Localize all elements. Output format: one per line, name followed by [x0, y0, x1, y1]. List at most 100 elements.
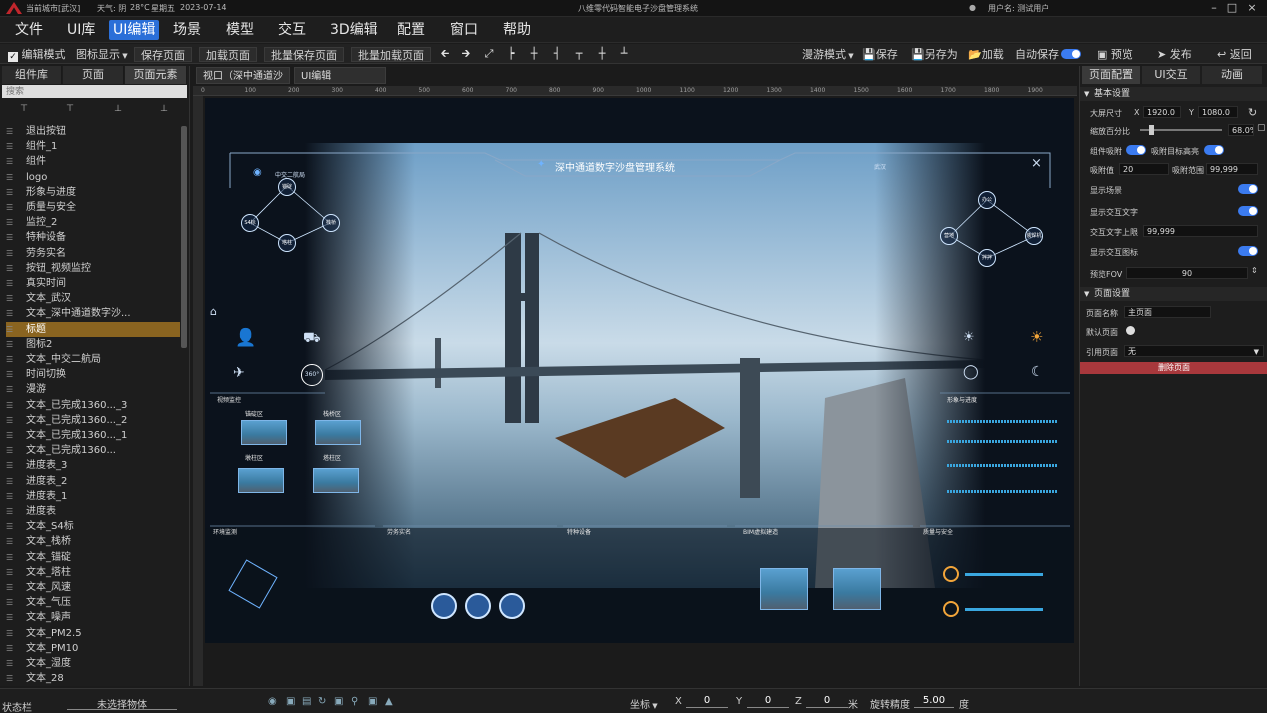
menu-ui-library[interactable]: UI库: [63, 20, 99, 40]
menu-model[interactable]: 模型: [222, 20, 258, 40]
menu-config[interactable]: 配置: [393, 20, 429, 40]
tree-item[interactable]: ☰ 图标2: [6, 337, 180, 352]
ref-page-dropdown[interactable]: 无 ▼: [1124, 345, 1264, 357]
info-icon[interactable]: [431, 593, 457, 619]
z-field[interactable]: 0: [806, 695, 848, 708]
node-mixer[interactable]: 拌拌: [978, 249, 996, 267]
tree-item[interactable]: ☰ 按钮_视频监控: [6, 261, 180, 276]
tree-item[interactable]: ☰ 文本_PM10: [6, 641, 180, 656]
edit-mode-checkbox[interactable]: ✓ 编辑模式: [8, 47, 66, 62]
tree-item[interactable]: ☰ 文本_噪声: [6, 610, 180, 625]
sunrise-icon[interactable]: ☀: [963, 330, 975, 345]
drag-handle-icon[interactable]: ☰: [6, 580, 16, 595]
show-text-toggle[interactable]: [1238, 206, 1258, 216]
align-top-icon[interactable]: ⊤: [18, 104, 30, 116]
arrow-left-icon[interactable]: 🡰: [438, 47, 452, 61]
tree-item[interactable]: ☰ 文本_28: [6, 671, 180, 686]
section-page-settings[interactable]: ▼ 页面设置: [1080, 287, 1267, 301]
tree-item[interactable]: ☰ 文本_风速: [6, 580, 180, 595]
menu-ui-edit[interactable]: UI编辑: [109, 20, 160, 40]
preview-button[interactable]: ▣ 预览: [1097, 47, 1133, 62]
menu-file[interactable]: 文件: [11, 20, 47, 40]
drag-handle-icon[interactable]: ☰: [6, 474, 16, 489]
align-right-icon[interactable]: ┤: [550, 47, 564, 61]
lamp-icon[interactable]: ◯: [963, 364, 979, 380]
tree-item[interactable]: ☰ 文本_塔柱: [6, 565, 180, 580]
drag-handle-icon[interactable]: ☰: [6, 428, 16, 443]
tree-item[interactable]: ☰ 文本_已完成1360..._2: [6, 413, 180, 428]
tree-item[interactable]: ☰ 时间切换: [6, 367, 180, 382]
frame-icon[interactable]: ▤: [302, 696, 311, 707]
tree-item[interactable]: ☰ 进度表_2: [6, 474, 180, 489]
tree-item[interactable]: ☰ 真实时间: [6, 276, 180, 291]
tree-item[interactable]: ☰ 特种设备: [6, 230, 180, 245]
tree-item[interactable]: ☰ 文本_深中通道数字沙...: [6, 306, 180, 321]
node-welder[interactable]: 装焊机: [1025, 227, 1043, 245]
node-anchor[interactable]: 锚碇: [278, 178, 296, 196]
load-page-button[interactable]: 加载页面: [199, 47, 257, 62]
drag-handle-icon[interactable]: ☰: [6, 139, 16, 154]
menu-scene[interactable]: 场景: [169, 20, 205, 40]
menu-help[interactable]: 帮助: [499, 20, 535, 40]
drag-handle-icon[interactable]: ☰: [6, 671, 16, 686]
drag-handle-icon[interactable]: ☰: [6, 215, 16, 230]
tree-item[interactable]: ☰ 形象与进度: [6, 185, 180, 200]
canvas-viewport[interactable]: 深中通道数字沙盘管理系统 ✦ ◉ 中交二航局 武汉 × 锚碇 S4标 栈桥 塔柱…: [205, 98, 1074, 643]
drag-handle-icon[interactable]: ☰: [6, 185, 16, 200]
drag-handle-icon[interactable]: ☰: [6, 124, 16, 139]
sun-icon[interactable]: ☀: [1030, 328, 1043, 346]
screen-width-field[interactable]: 1920.0: [1143, 106, 1181, 118]
tree-item[interactable]: ☰ 文本_已完成1360..._1: [6, 428, 180, 443]
align-top-icon[interactable]: ┬: [572, 47, 586, 61]
tree-item[interactable]: ☰ 标题: [6, 321, 180, 337]
tree-item[interactable]: ☰ 文本_已完成1360...: [6, 443, 180, 458]
x-field[interactable]: 0: [686, 695, 728, 708]
user-icon[interactable]: ●: [969, 3, 976, 12]
bim-thumbnail[interactable]: [833, 568, 881, 610]
snap-target-toggle[interactable]: [1204, 145, 1224, 155]
default-page-radio[interactable]: [1126, 326, 1135, 335]
trash-icon[interactable]: ▲: [385, 696, 393, 707]
drag-handle-icon[interactable]: ☰: [6, 170, 16, 185]
node-camp[interactable]: 营地: [940, 227, 958, 245]
delete-page-button[interactable]: 删除页面: [1080, 362, 1267, 374]
drag-handle-icon[interactable]: ☰: [6, 291, 16, 306]
icon-display-dropdown[interactable]: 图标显示 ▼: [76, 47, 128, 62]
node-s4[interactable]: S4标: [241, 214, 259, 232]
moon-icon[interactable]: ☾: [1031, 364, 1044, 380]
tree-item[interactable]: ☰ 质量与安全: [6, 200, 180, 215]
close-icon[interactable]: ×: [1245, 1, 1259, 15]
save-page-button[interactable]: 保存页面: [134, 47, 192, 62]
drag-handle-icon[interactable]: ☰: [6, 230, 16, 245]
view-icon[interactable]: ◉: [268, 696, 277, 707]
drag-handle-icon[interactable]: ☰: [6, 504, 16, 519]
tree-item[interactable]: ☰ 文本_栈桥: [6, 534, 180, 549]
node-trestle[interactable]: 栈桥: [322, 214, 340, 232]
roam-mode-dropdown[interactable]: 漫游模式 ▼: [802, 47, 854, 62]
snap-toggle[interactable]: [1126, 145, 1146, 155]
rotate-icon[interactable]: ↻: [318, 696, 326, 707]
bim-thumbnail[interactable]: [760, 568, 808, 610]
tab-animation[interactable]: 动画: [1202, 66, 1262, 84]
camera-icon[interactable]: ▣: [334, 696, 343, 707]
tree-item[interactable]: ☰ 文本_S4标: [6, 519, 180, 534]
drag-handle-icon[interactable]: ☰: [6, 610, 16, 625]
info-icon[interactable]: [465, 593, 491, 619]
align-hcenter-icon[interactable]: ⊥: [112, 104, 124, 116]
drag-handle-icon[interactable]: ☰: [6, 443, 16, 458]
tab-viewport[interactable]: 视口（深中通道沙: [196, 67, 290, 84]
align-bottom-icon[interactable]: ⊥: [158, 104, 170, 116]
drag-handle-icon[interactable]: ☰: [6, 565, 16, 580]
drag-handle-icon[interactable]: ☰: [6, 352, 16, 367]
batch-save-button[interactable]: 批量保存页面: [264, 47, 344, 62]
save-as-button[interactable]: 💾另存为: [911, 47, 958, 62]
video-thumbnail[interactable]: [238, 468, 284, 493]
show-icon-toggle[interactable]: [1238, 246, 1258, 256]
spinner-icon[interactable]: ⇕: [1251, 266, 1258, 275]
menu-3d-edit[interactable]: 3D编辑: [326, 20, 382, 40]
drag-handle-icon[interactable]: ☰: [6, 306, 16, 321]
drag-handle-icon[interactable]: ☰: [6, 413, 16, 428]
drag-handle-icon[interactable]: ☰: [6, 398, 16, 413]
fov-field[interactable]: 90: [1126, 267, 1248, 279]
text-limit-field[interactable]: 99,999: [1143, 225, 1258, 237]
